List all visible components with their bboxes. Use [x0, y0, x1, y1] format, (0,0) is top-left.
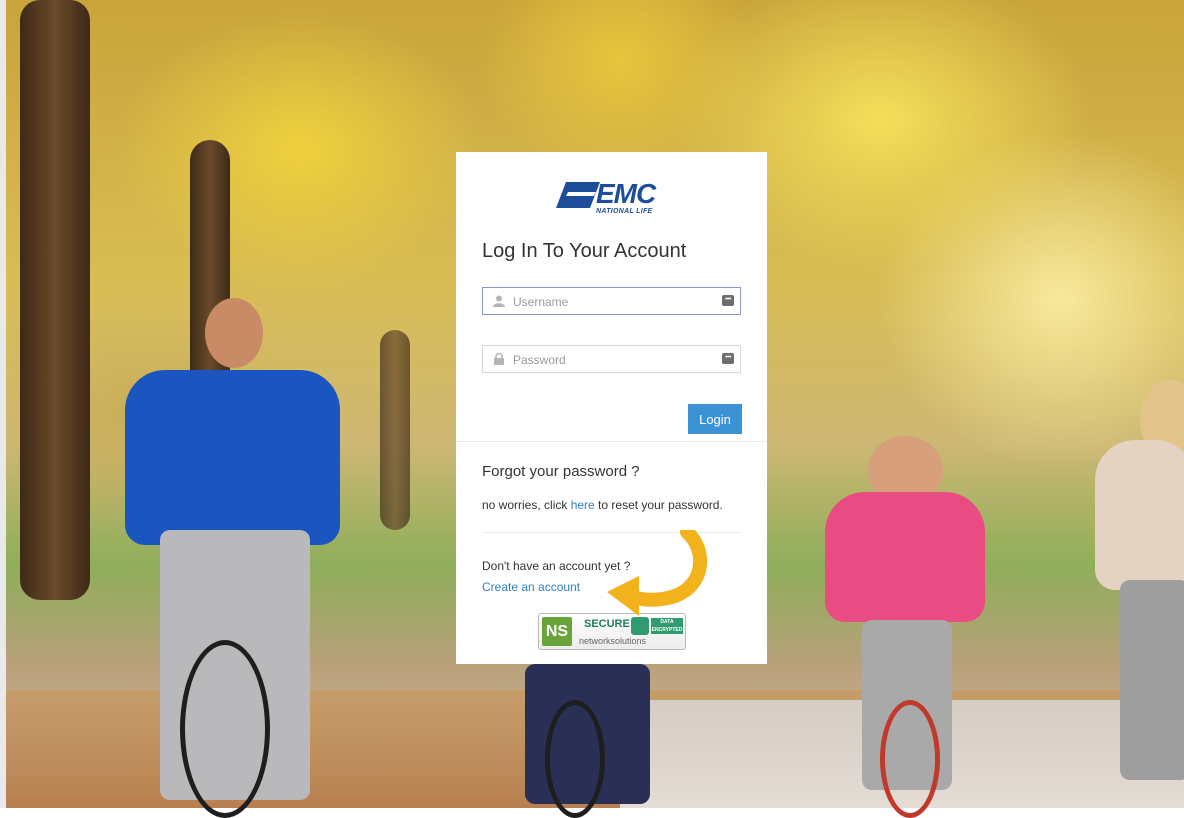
- password-field[interactable]: •••: [482, 345, 741, 373]
- logo-brand: EMC: [596, 178, 656, 209]
- user-icon: [493, 295, 505, 307]
- data-encrypted-label: DATA ENCRYPTED: [651, 618, 683, 634]
- curved-arrow-icon: [607, 530, 708, 616]
- username-field[interactable]: •••: [482, 287, 741, 315]
- ns-logo: NS: [542, 617, 572, 646]
- section-divider: [456, 441, 767, 442]
- password-manager-icon[interactable]: •••: [722, 295, 734, 306]
- forgot-password-text: no worries, click here to reset your pas…: [482, 498, 723, 512]
- emc-logo: EMC NATIONAL LIFE: [556, 178, 676, 216]
- page-edge: [0, 0, 6, 808]
- forgot-text-before: no worries, click: [482, 498, 571, 512]
- lock-icon: [494, 353, 504, 365]
- reset-password-link[interactable]: here: [571, 498, 595, 512]
- username-input[interactable]: [511, 291, 715, 313]
- password-manager-icon[interactable]: •••: [722, 353, 734, 364]
- provider-label: networksolutions: [579, 636, 647, 646]
- password-input[interactable]: [511, 349, 715, 371]
- forgot-password-heading: Forgot your password ?: [482, 463, 640, 480]
- tree-trunk: [20, 0, 90, 600]
- create-account-link[interactable]: Create an account: [482, 580, 580, 594]
- forgot-text-after: to reset your password.: [594, 498, 723, 512]
- logo-subtitle: NATIONAL LIFE: [596, 208, 653, 215]
- page-title: Log In To Your Account: [482, 240, 687, 262]
- login-button[interactable]: Login: [688, 404, 742, 434]
- logo-swoosh-icon: [556, 182, 600, 208]
- tree-trunk: [380, 330, 410, 530]
